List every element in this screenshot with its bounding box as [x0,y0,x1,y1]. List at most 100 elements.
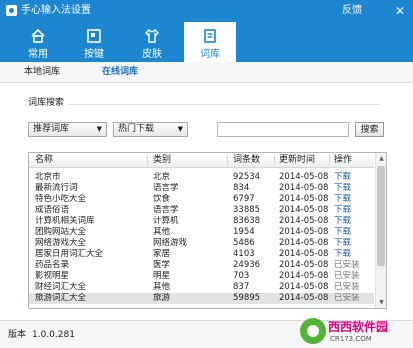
cell-name: 北京市 [35,172,61,182]
download-link[interactable]: 下载 [334,238,374,249]
table-row[interactable]: 北京市 北京 92534 2014-05-08 下载 [29,172,374,183]
cell-date: 2014-05-08 [279,205,329,215]
cell-category: 旅游 [153,293,171,303]
cell-category: 医学 [153,260,171,270]
cell-date: 2014-05-08 [279,194,329,204]
column-header-action: 操作 [334,155,353,165]
table-row[interactable]: 网络游戏大全 网络游戏 5486 2014-05-08 下载 [29,238,374,249]
table-row[interactable]: 计算机相关词库 计算机 83638 2014-05-08 下载 [29,216,374,227]
table-row[interactable]: 旅游词汇大全 旅游 59895 2014-05-08 已安装 [29,293,374,304]
sub-tab-bar: 本地词库 在线词库 [0,62,413,83]
cell-count: 834 [233,183,250,193]
cell-name: 影视明星 [35,271,70,281]
cell-name: 最新流行词 [35,183,78,193]
tab-keys-label: 按键 [84,49,104,60]
version-label: 版本 [8,330,27,340]
cell-date: 2014-05-08 [279,271,329,281]
tab-keys[interactable]: 按键 [68,22,120,62]
download-link[interactable]: 下载 [334,172,374,183]
cell-date: 2014-05-08 [279,227,329,237]
download-link[interactable]: 下载 [334,249,374,260]
scrollbar-thumb[interactable] [377,166,385,266]
column-header-count[interactable]: 词条数 [233,153,260,167]
cell-count: 33885 [233,205,261,215]
cell-date: 2014-05-08 [279,282,329,292]
table-row[interactable]: 成语俗语 语言学 33885 2014-05-08 下载 [29,205,374,216]
cell-date: 2014-05-08 [279,216,329,226]
download-link[interactable]: 下载 [334,216,374,227]
table-row[interactable]: 居家日用词汇大全 家居 4103 2014-05-08 下载 [29,249,374,260]
tab-skin[interactable]: 皮肤 [126,22,178,62]
search-button[interactable]: 搜索 [355,122,384,137]
cell-name: 居家日用词汇大全 [35,249,104,259]
cell-count: 5486 [233,238,255,248]
table-row[interactable]: 团购网站大全 其他 1954 2014-05-08 下载 [29,227,374,238]
chevron-down-icon: ▼ [177,125,183,133]
shirt-icon [145,29,159,43]
table-body: 北京市 北京 92534 2014-05-08 下载 最新流行词 语言学 834… [29,168,374,308]
download-link[interactable]: 下载 [334,227,374,238]
cell-date: 2014-05-08 [279,172,329,182]
cell-name: 计算机相关词库 [35,216,95,226]
app-logo-icon [6,5,17,16]
table-header: 名称 类别 词条数 更新时间 操作 [29,153,374,168]
site-watermark: 西西软件园 CR173.COM [300,318,410,348]
cell-name: 旅游词汇大全 [35,293,87,303]
download-link[interactable]: 下载 [334,183,374,194]
title-bar: 手心输入法设置 反馈 ✕ [0,0,413,22]
search-group-title: 词库搜索 [28,98,65,108]
subtab-online-lexicon[interactable]: 在线词库 [102,62,138,82]
sort-dropdown[interactable]: 热门下载 ▼ [113,122,188,137]
cell-category: 语言学 [153,205,179,215]
table-row[interactable]: 影视明星 明星 703 2014-05-08 已安装 [29,271,374,282]
cell-category: 饮食 [153,194,171,204]
table-row[interactable]: 药品名录 医学 24936 2014-05-08 已安装 [29,260,374,271]
column-header-name[interactable]: 名称 [35,153,53,167]
subtab-local-lexicon[interactable]: 本地词库 [24,62,60,82]
tab-lexicon[interactable]: 词库 [184,22,236,62]
scroll-down-arrow-icon[interactable]: ▼ [376,297,386,308]
installed-status: 已安装 [334,293,360,303]
version-number: 1.0.0.281 [32,330,75,340]
cell-category: 其他 [153,282,171,292]
cell-name: 药品名录 [35,260,70,270]
watermark-subtext: CR173.COM [330,335,372,343]
feedback-link[interactable]: 反馈 [342,5,362,17]
cell-category: 网络游戏 [153,238,188,248]
settings-window: 手心输入法设置 反馈 ✕ 常用 按键 皮肤 词库 本地词库 在线词库 词库搜索 … [0,0,413,348]
close-button[interactable]: ✕ [392,3,408,19]
watermark-logo-icon [300,318,326,344]
cell-category: 计算机 [153,216,179,226]
column-divider [329,155,330,165]
category-dropdown[interactable]: 推荐词库 ▼ [28,122,107,137]
cell-count: 24936 [233,260,261,270]
column-divider [274,155,275,165]
search-input[interactable] [217,122,349,137]
window-title: 手心输入法设置 [21,5,91,16]
cell-date: 2014-05-08 [279,293,329,303]
table-row[interactable]: 最新流行词 语言学 834 2014-05-08 下载 [29,183,374,194]
keyboard-icon [87,29,101,43]
cell-name: 网络游戏大全 [35,238,87,248]
watermark-text: 西西软件园 [328,320,389,334]
cell-category: 北京 [153,172,171,182]
cell-name: 财经词汇大全 [35,282,87,292]
cell-count: 837 [233,282,250,292]
download-link[interactable]: 下载 [334,205,374,216]
tab-skin-label: 皮肤 [142,49,162,60]
download-link[interactable]: 下载 [334,194,374,205]
installed-status: 已安装 [334,282,360,292]
chevron-down-icon: ▼ [96,125,102,133]
scroll-up-arrow-icon[interactable]: ▲ [376,153,386,164]
table-row[interactable]: 特色小吃大全 饮食 6797 2014-05-08 下载 [29,194,374,205]
cell-count: 4103 [233,249,255,259]
table-row[interactable]: 财经词汇大全 其他 837 2014-05-08 已安装 [29,282,374,293]
cell-date: 2014-05-08 [279,260,329,270]
installed-status: 已安装 [334,260,360,270]
column-header-date[interactable]: 更新时间 [279,153,315,167]
cell-date: 2014-05-08 [279,183,329,193]
column-header-category[interactable]: 类别 [153,153,171,167]
cell-name: 成语俗语 [35,205,70,215]
tab-common[interactable]: 常用 [12,22,64,62]
table-scrollbar[interactable]: ▲ ▼ [375,153,386,308]
